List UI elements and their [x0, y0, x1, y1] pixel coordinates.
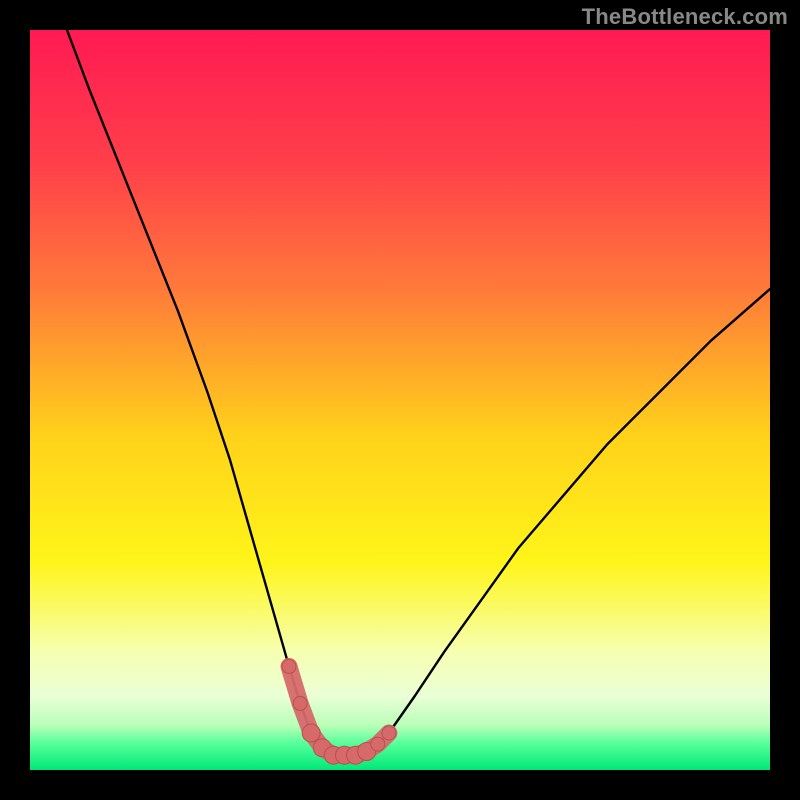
chart-svg: [30, 30, 770, 770]
marker-dot: [371, 737, 385, 751]
watermark-text: TheBottleneck.com: [582, 4, 788, 30]
gradient-background: [30, 30, 770, 770]
plot-area: [30, 30, 770, 770]
marker-dot: [302, 724, 320, 742]
marker-dot: [293, 696, 307, 710]
marker-dot: [382, 726, 396, 740]
marker-dot: [282, 659, 296, 673]
